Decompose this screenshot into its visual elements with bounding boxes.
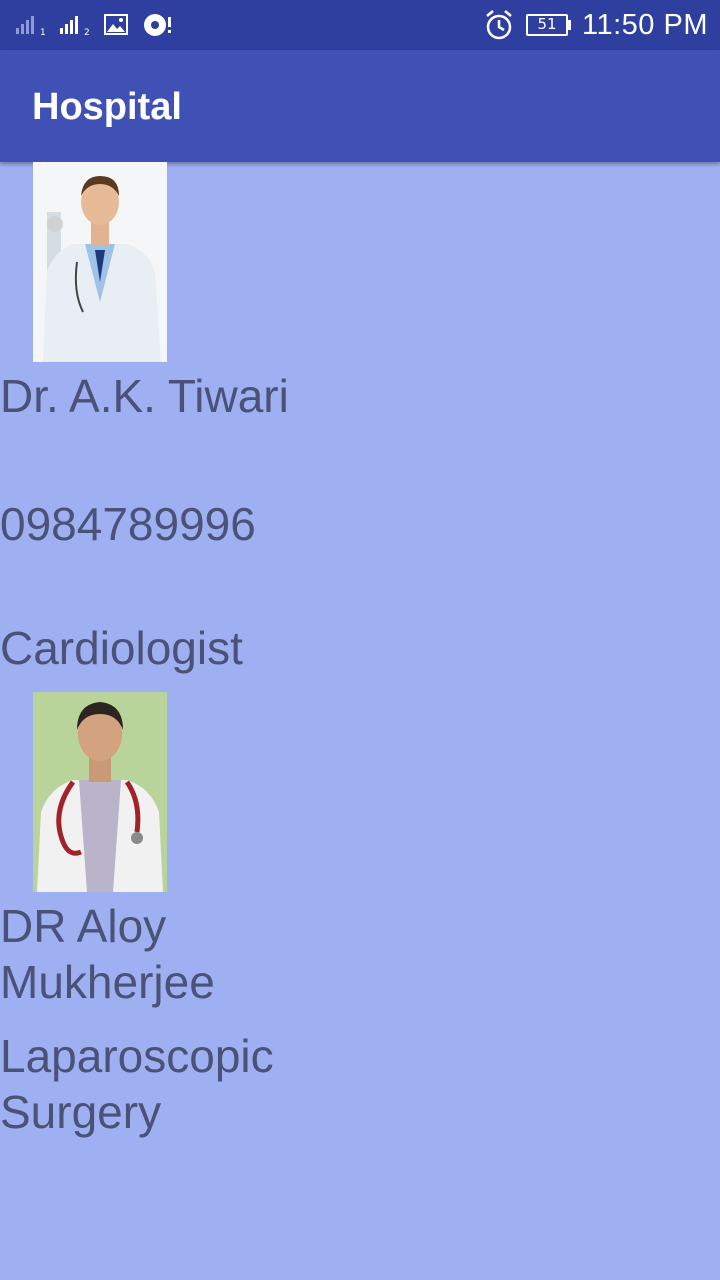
sync-icon <box>144 14 171 36</box>
signal-sim1-icon: 1 <box>16 16 46 36</box>
doctor-specialty-line: Surgery <box>0 1086 162 1138</box>
gallery-icon <box>104 14 128 35</box>
doctor-name-line: Mukherjee <box>0 956 215 1008</box>
doctor-specialty: Cardiologist <box>0 622 243 674</box>
doctor-specialty-line: Laparoscopic <box>0 1030 274 1082</box>
signal-sim2-icon: 2 <box>60 16 90 36</box>
doctor-photo <box>33 162 167 362</box>
doctor-phone[interactable]: 0984789996 <box>0 496 256 552</box>
status-bar: 1 2 51 11:50 PM <box>0 0 720 50</box>
svg-text:2: 2 <box>84 28 90 36</box>
battery-level: 51 <box>537 15 557 33</box>
doctor-name: Dr. A.K. Tiwari <box>0 370 289 422</box>
doctor-photo <box>33 692 167 892</box>
doctor-specialty: Laparoscopic Surgery <box>0 1028 274 1140</box>
status-time: 11:50 PM <box>582 8 708 41</box>
alarm-icon <box>486 10 512 40</box>
status-right-icons: 51 11:50 PM <box>484 8 708 42</box>
app-title: Hospital <box>32 86 182 128</box>
doctor-name-line: DR Aloy <box>0 900 167 952</box>
status-left-icons: 1 2 <box>16 10 176 40</box>
doctor-list[interactable]: Dr. A.K. Tiwari 0984789996 Cardiologist … <box>0 162 720 1280</box>
battery-icon: 51 <box>526 14 572 36</box>
app-bar: Hospital <box>0 50 720 162</box>
svg-text:1: 1 <box>40 28 46 36</box>
doctor-name: DR Aloy Mukherjee <box>0 898 215 1010</box>
